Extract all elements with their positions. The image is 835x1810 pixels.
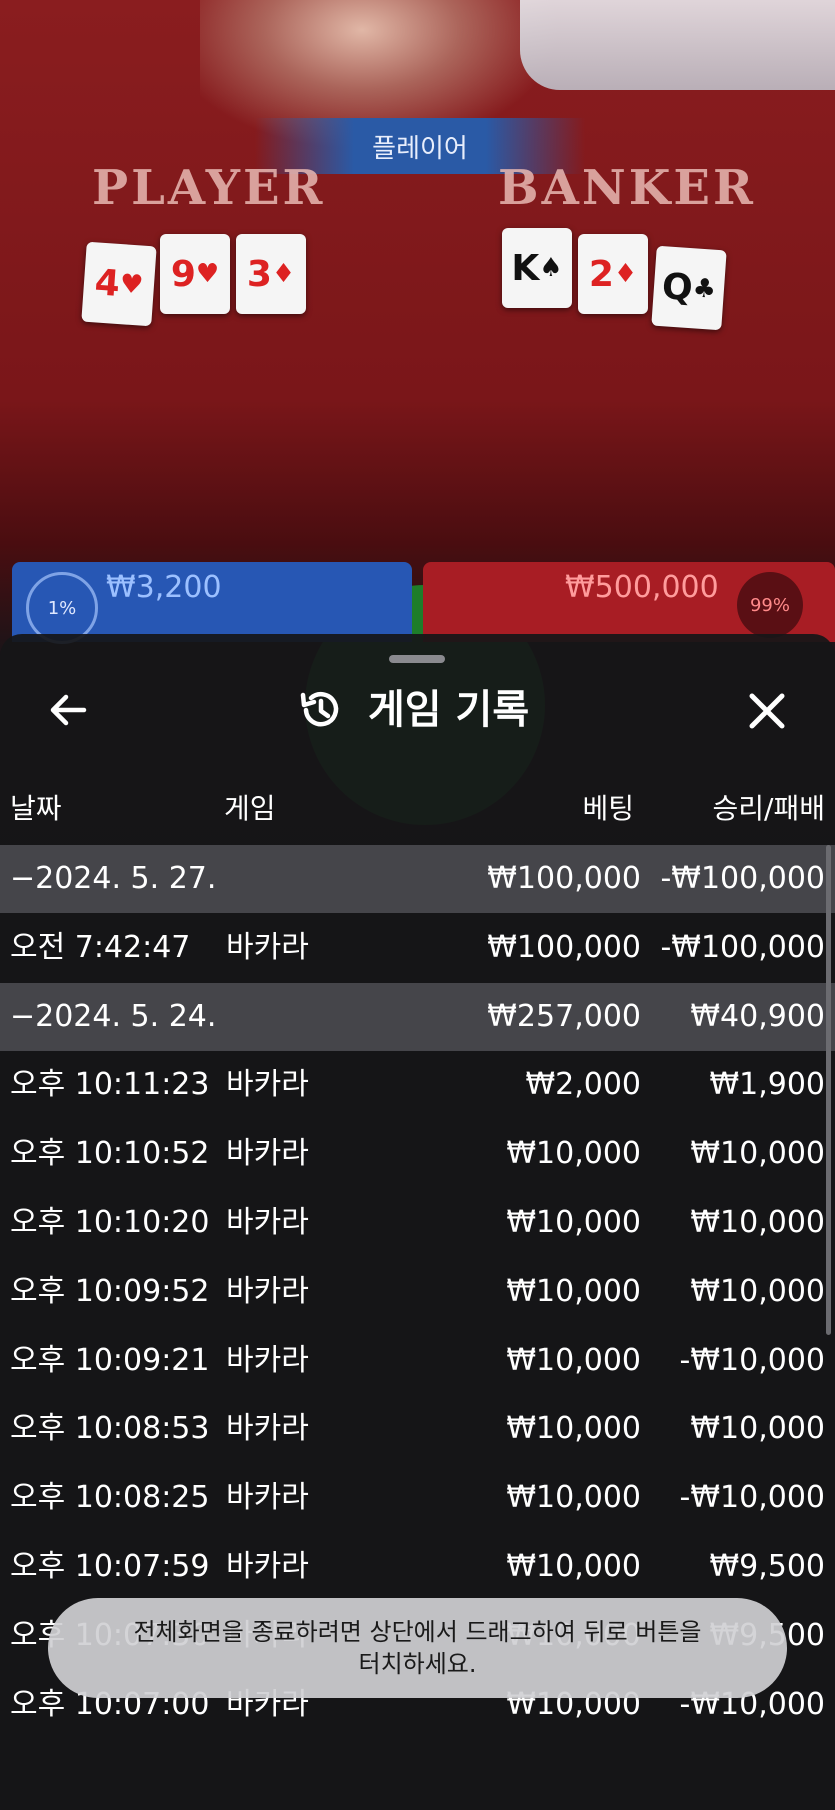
dealer-sleeve <box>520 0 835 90</box>
card-suit: ♥ <box>118 269 145 301</box>
row-win-loss: -₩100,000 <box>660 861 825 896</box>
row-bet: ₩10,000 <box>506 1411 641 1447</box>
row-win-loss: ₩1,900 <box>709 1067 825 1103</box>
history-row[interactable]: 오전 7:42:47 바카라 ₩100,000 -₩100,000 <box>0 914 835 982</box>
row-game: 바카라 <box>226 1273 309 1309</box>
row-date: −2024. 5. 24. <box>10 998 217 1034</box>
card-suit: ♠ <box>539 253 563 283</box>
row-bet: ₩10,000 <box>506 1136 641 1172</box>
row-win-loss: ₩10,000 <box>690 1205 825 1240</box>
sheet-title: 게임 기록 <box>368 687 530 733</box>
banker-bet-amount: ₩500,000 <box>565 570 719 605</box>
history-row[interactable]: 오후 10:09:21 바카라 ₩10,000 -₩10,000 <box>0 1327 835 1395</box>
card-suit: ♦ <box>271 259 296 289</box>
column-header-game: 게임 <box>224 792 276 825</box>
row-game: 바카라 <box>226 1136 309 1172</box>
column-header-bet: 베팅 <box>582 792 634 825</box>
row-win-loss: ₩9,500 <box>709 1549 825 1584</box>
playing-card: Q ♣ <box>651 245 727 331</box>
row-date: 오후 10:07:59 <box>10 1549 210 1584</box>
row-bet: ₩2,000 <box>525 1067 641 1103</box>
back-button[interactable] <box>46 688 90 732</box>
row-win-loss: -₩10,000 <box>679 1480 825 1516</box>
history-row[interactable]: 오후 10:08:53 바카라 ₩10,000 ₩10,000 <box>0 1395 835 1463</box>
row-bet: ₩100,000 <box>487 861 641 896</box>
playing-card: 4 ♥ <box>81 241 157 327</box>
history-row[interactable]: 오후 10:10:52 바카라 ₩10,000 ₩10,000 <box>0 1120 835 1188</box>
row-date: 오후 10:08:53 <box>10 1411 210 1447</box>
player-table-label: PLAYER <box>92 160 326 216</box>
row-win-loss: ₩10,000 <box>690 1273 825 1309</box>
player-bet-area: 1% ₩3,200 <box>12 562 412 644</box>
row-date: 오후 10:09:21 <box>10 1342 210 1378</box>
history-icon <box>296 686 344 734</box>
row-bet: ₩10,000 <box>506 1549 641 1584</box>
playing-card: 9 ♥ <box>160 234 230 314</box>
date-group-row[interactable]: −2024. 5. 24. ₩257,000 ₩40,900 <box>0 982 835 1051</box>
row-date: 오전 7:42:47 <box>10 929 191 965</box>
row-bet: ₩10,000 <box>506 1273 641 1309</box>
playing-card: 3 ♦ <box>236 234 306 314</box>
player-bet-amount: ₩3,200 <box>106 570 222 605</box>
scrollbar[interactable] <box>826 845 831 1335</box>
banker-bet-percent: 99% <box>737 572 803 638</box>
row-win-loss: ₩10,000 <box>690 1411 825 1447</box>
history-row[interactable]: 오후 10:07:59 바카라 ₩10,000 ₩9,500 <box>0 1533 835 1601</box>
card-rank: 2 <box>588 253 614 295</box>
card-rank: Q <box>660 265 695 309</box>
banker-bet-area: ₩500,000 99% <box>423 562 835 642</box>
row-bet: ₩10,000 <box>506 1342 641 1378</box>
row-date: −2024. 5. 27. <box>10 861 217 896</box>
card-suit: ♣ <box>691 273 717 305</box>
history-row[interactable]: 오후 10:09:52 바카라 ₩10,000 ₩10,000 <box>0 1258 835 1326</box>
row-date: 오후 10:10:20 <box>10 1205 210 1240</box>
row-bet: ₩257,000 <box>487 998 641 1034</box>
close-icon <box>749 693 785 729</box>
row-date: 오후 10:11:23 <box>10 1067 210 1103</box>
row-date: 오후 10:10:52 <box>10 1136 210 1172</box>
close-button[interactable] <box>744 688 790 734</box>
card-suit: ♥ <box>195 259 220 289</box>
history-row[interactable]: 오후 10:11:23 바카라 ₩2,000 ₩1,900 <box>0 1051 835 1119</box>
row-win-loss: ₩10,000 <box>690 1136 825 1172</box>
toast-line-1: 전체화면을 종료하려면 상단에서 드래그하여 뒤로 버튼을 <box>133 1618 702 1646</box>
row-game: 바카라 <box>226 1342 309 1378</box>
row-game: 바카라 <box>226 1411 309 1447</box>
row-date: 오후 10:09:52 <box>10 1273 210 1309</box>
card-suit: ♦ <box>613 259 638 289</box>
row-game: 바카라 <box>226 929 309 965</box>
fullscreen-exit-toast: 전체화면을 종료하려면 상단에서 드래그하여 뒤로 버튼을 터치하세요. <box>48 1598 787 1698</box>
card-rank: 9 <box>170 253 196 295</box>
row-bet: ₩100,000 <box>487 929 641 965</box>
column-header-win-loss: 승리/패배 <box>712 792 825 825</box>
row-bet: ₩10,000 <box>506 1205 641 1240</box>
row-win-loss: -₩100,000 <box>660 929 825 965</box>
row-game: 바카라 <box>226 1549 309 1584</box>
row-date: 오후 10:08:25 <box>10 1480 210 1516</box>
row-game: 바카라 <box>226 1067 309 1103</box>
card-rank: 3 <box>246 253 272 295</box>
card-rank: 4 <box>93 261 122 305</box>
column-header-date: 날짜 <box>10 792 62 825</box>
row-win-loss: -₩10,000 <box>679 1342 825 1378</box>
row-bet: ₩10,000 <box>506 1480 641 1516</box>
sheet-drag-handle[interactable] <box>389 655 445 663</box>
banker-table-label: BANKER <box>498 160 756 216</box>
row-game: 바카라 <box>226 1480 309 1516</box>
history-row[interactable]: 오후 10:08:25 바카라 ₩10,000 -₩10,000 <box>0 1464 835 1532</box>
arrow-left-icon <box>50 694 87 726</box>
history-row[interactable]: 오후 10:10:20 바카라 ₩10,000 ₩10,000 <box>0 1189 835 1257</box>
row-win-loss: ₩40,900 <box>690 998 825 1034</box>
playing-card: K ♠ <box>502 228 572 308</box>
playing-card: 2 ♦ <box>578 234 648 314</box>
card-rank: K <box>511 247 540 289</box>
toast-line-2: 터치하세요. <box>358 1650 477 1678</box>
date-group-row[interactable]: −2024. 5. 27. ₩100,000 -₩100,000 <box>0 845 835 913</box>
row-game: 바카라 <box>226 1205 309 1240</box>
